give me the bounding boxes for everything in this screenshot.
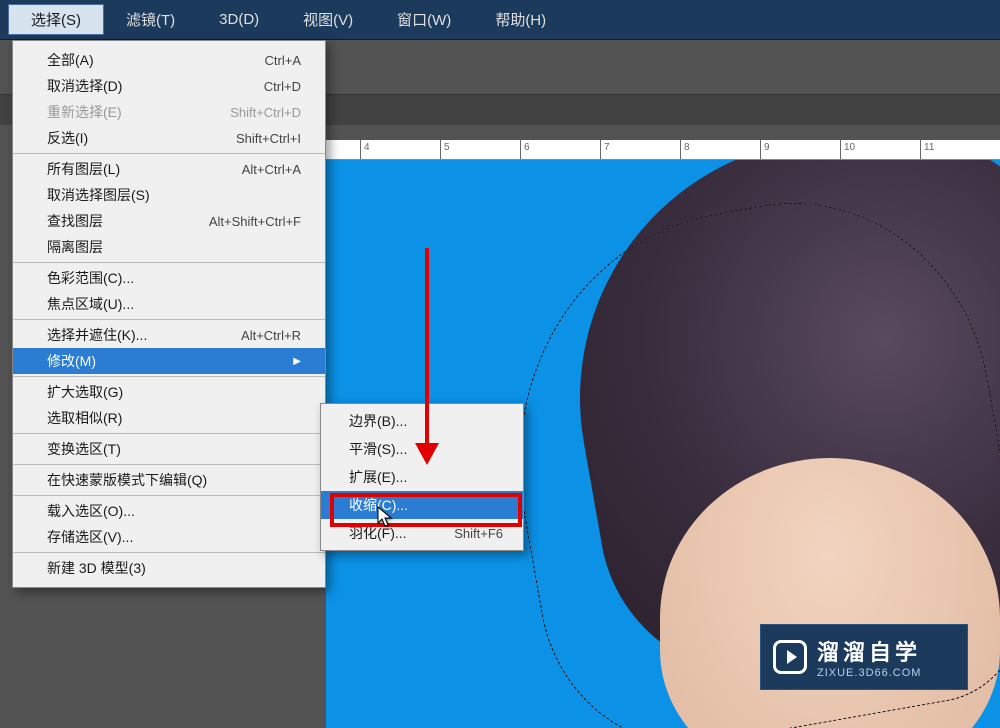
menu-label: 变换选区(T) [47,439,121,459]
menu-label: 在快速蒙版模式下编辑(Q) [47,470,207,490]
menu-shortcut: Ctrl+D [264,79,301,94]
menu-label: 边界(B)... [349,411,407,431]
ruler-mark [840,140,920,159]
ruler-mark [520,140,600,159]
menu-item-select-all[interactable]: 全部(A) Ctrl+A [13,47,325,73]
watermark-url: ZIXUE.3D66.COM [817,667,921,679]
menu-filter[interactable]: 滤镜(T) [104,5,197,34]
menu-3d[interactable]: 3D(D) [197,7,281,32]
menu-item-new-3d-model[interactable]: 新建 3D 模型(3) [13,555,325,581]
menu-shortcut: Shift+F6 [454,526,503,541]
menu-select[interactable]: 选择(S) [8,4,104,35]
menu-label: 取消选择图层(S) [47,185,150,205]
submenu-item-smooth[interactable]: 平滑(S)... [321,435,523,463]
menu-label: 全部(A) [47,50,94,70]
menu-item-modify[interactable]: 修改(M) ▶ [13,348,325,374]
menu-label: 收缩(C)... [349,495,408,515]
watermark-logo: 溜溜自学 ZIXUE.3D66.COM [760,624,968,690]
menu-shortcut: Alt+Ctrl+R [241,328,301,343]
menu-item-isolate-layers[interactable]: 隔离图层 [13,234,325,260]
menu-item-all-layers[interactable]: 所有图层(L) Alt+Ctrl+A [13,156,325,182]
menu-label: 所有图层(L) [47,159,120,179]
menu-label: 平滑(S)... [349,439,407,459]
menu-item-focus-area[interactable]: 焦点区域(U)... [13,291,325,317]
select-dropdown-menu: 全部(A) Ctrl+A 取消选择(D) Ctrl+D 重新选择(E) Shif… [12,40,326,588]
submenu-item-expand[interactable]: 扩展(E)... [321,463,523,491]
menu-item-deselect[interactable]: 取消选择(D) Ctrl+D [13,73,325,99]
menu-label: 载入选区(O)... [47,501,135,521]
menu-item-transform-selection[interactable]: 变换选区(T) [13,436,325,462]
menu-label: 选择并遮住(K)... [47,325,147,345]
watermark-title: 溜溜自学 [817,635,921,667]
menu-item-similar[interactable]: 选取相似(R) [13,405,325,431]
menu-view[interactable]: 视图(V) [281,5,375,34]
menu-label: 新建 3D 模型(3) [47,558,146,578]
menu-item-inverse[interactable]: 反选(I) Shift+Ctrl+I [13,125,325,151]
menu-label: 羽化(F)... [349,523,407,543]
menu-item-find-layers[interactable]: 查找图层 Alt+Shift+Ctrl+F [13,208,325,234]
menu-shortcut: Alt+Ctrl+A [242,162,301,177]
menu-label: 选取相似(R) [47,408,122,428]
menu-shortcut: Alt+Shift+Ctrl+F [209,214,301,229]
menu-label: 重新选择(E) [47,102,122,122]
menu-label: 反选(I) [47,128,88,148]
ruler-mark [760,140,840,159]
menu-label: 扩展(E)... [349,467,407,487]
menu-shortcut: Ctrl+A [265,53,301,68]
ruler-mark [600,140,680,159]
ruler-mark [680,140,760,159]
submenu-item-contract[interactable]: 收缩(C)... [321,491,523,519]
menu-item-quick-mask[interactable]: 在快速蒙版模式下编辑(Q) [13,467,325,493]
menu-label: 色彩范围(C)... [47,268,134,288]
menu-label: 取消选择(D) [47,76,122,96]
menu-label: 隔离图层 [47,237,103,257]
menu-shortcut: Shift+Ctrl+I [236,131,301,146]
play-icon [773,640,807,674]
menu-shortcut: Shift+Ctrl+D [230,105,301,120]
menubar: 选择(S) 滤镜(T) 3D(D) 视图(V) 窗口(W) 帮助(H) [0,0,1000,40]
submenu-arrow-icon: ▶ [293,356,301,367]
ruler-mark [920,140,1000,159]
menu-label: 修改(M) [47,351,96,371]
submenu-item-feather[interactable]: 羽化(F)... Shift+F6 [321,519,523,547]
menu-help[interactable]: 帮助(H) [473,5,568,34]
menu-label: 扩大选取(G) [47,382,123,402]
menu-window[interactable]: 窗口(W) [375,5,473,34]
ruler-mark [440,140,520,159]
modify-submenu: 边界(B)... 平滑(S)... 扩展(E)... 收缩(C)... 羽化(F… [320,403,524,551]
menu-item-load-selection[interactable]: 载入选区(O)... [13,498,325,524]
submenu-item-border[interactable]: 边界(B)... [321,407,523,435]
menu-label: 查找图层 [47,211,103,231]
menu-label: 存储选区(V)... [47,527,133,547]
menu-item-deselect-layers[interactable]: 取消选择图层(S) [13,182,325,208]
menu-item-save-selection[interactable]: 存储选区(V)... [13,524,325,550]
menu-item-grow[interactable]: 扩大选取(G) [13,379,325,405]
ruler-mark [360,140,440,159]
menu-item-select-and-mask[interactable]: 选择并遮住(K)... Alt+Ctrl+R [13,322,325,348]
menu-item-reselect: 重新选择(E) Shift+Ctrl+D [13,99,325,125]
menu-item-color-range[interactable]: 色彩范围(C)... [13,265,325,291]
menu-label: 焦点区域(U)... [47,294,134,314]
